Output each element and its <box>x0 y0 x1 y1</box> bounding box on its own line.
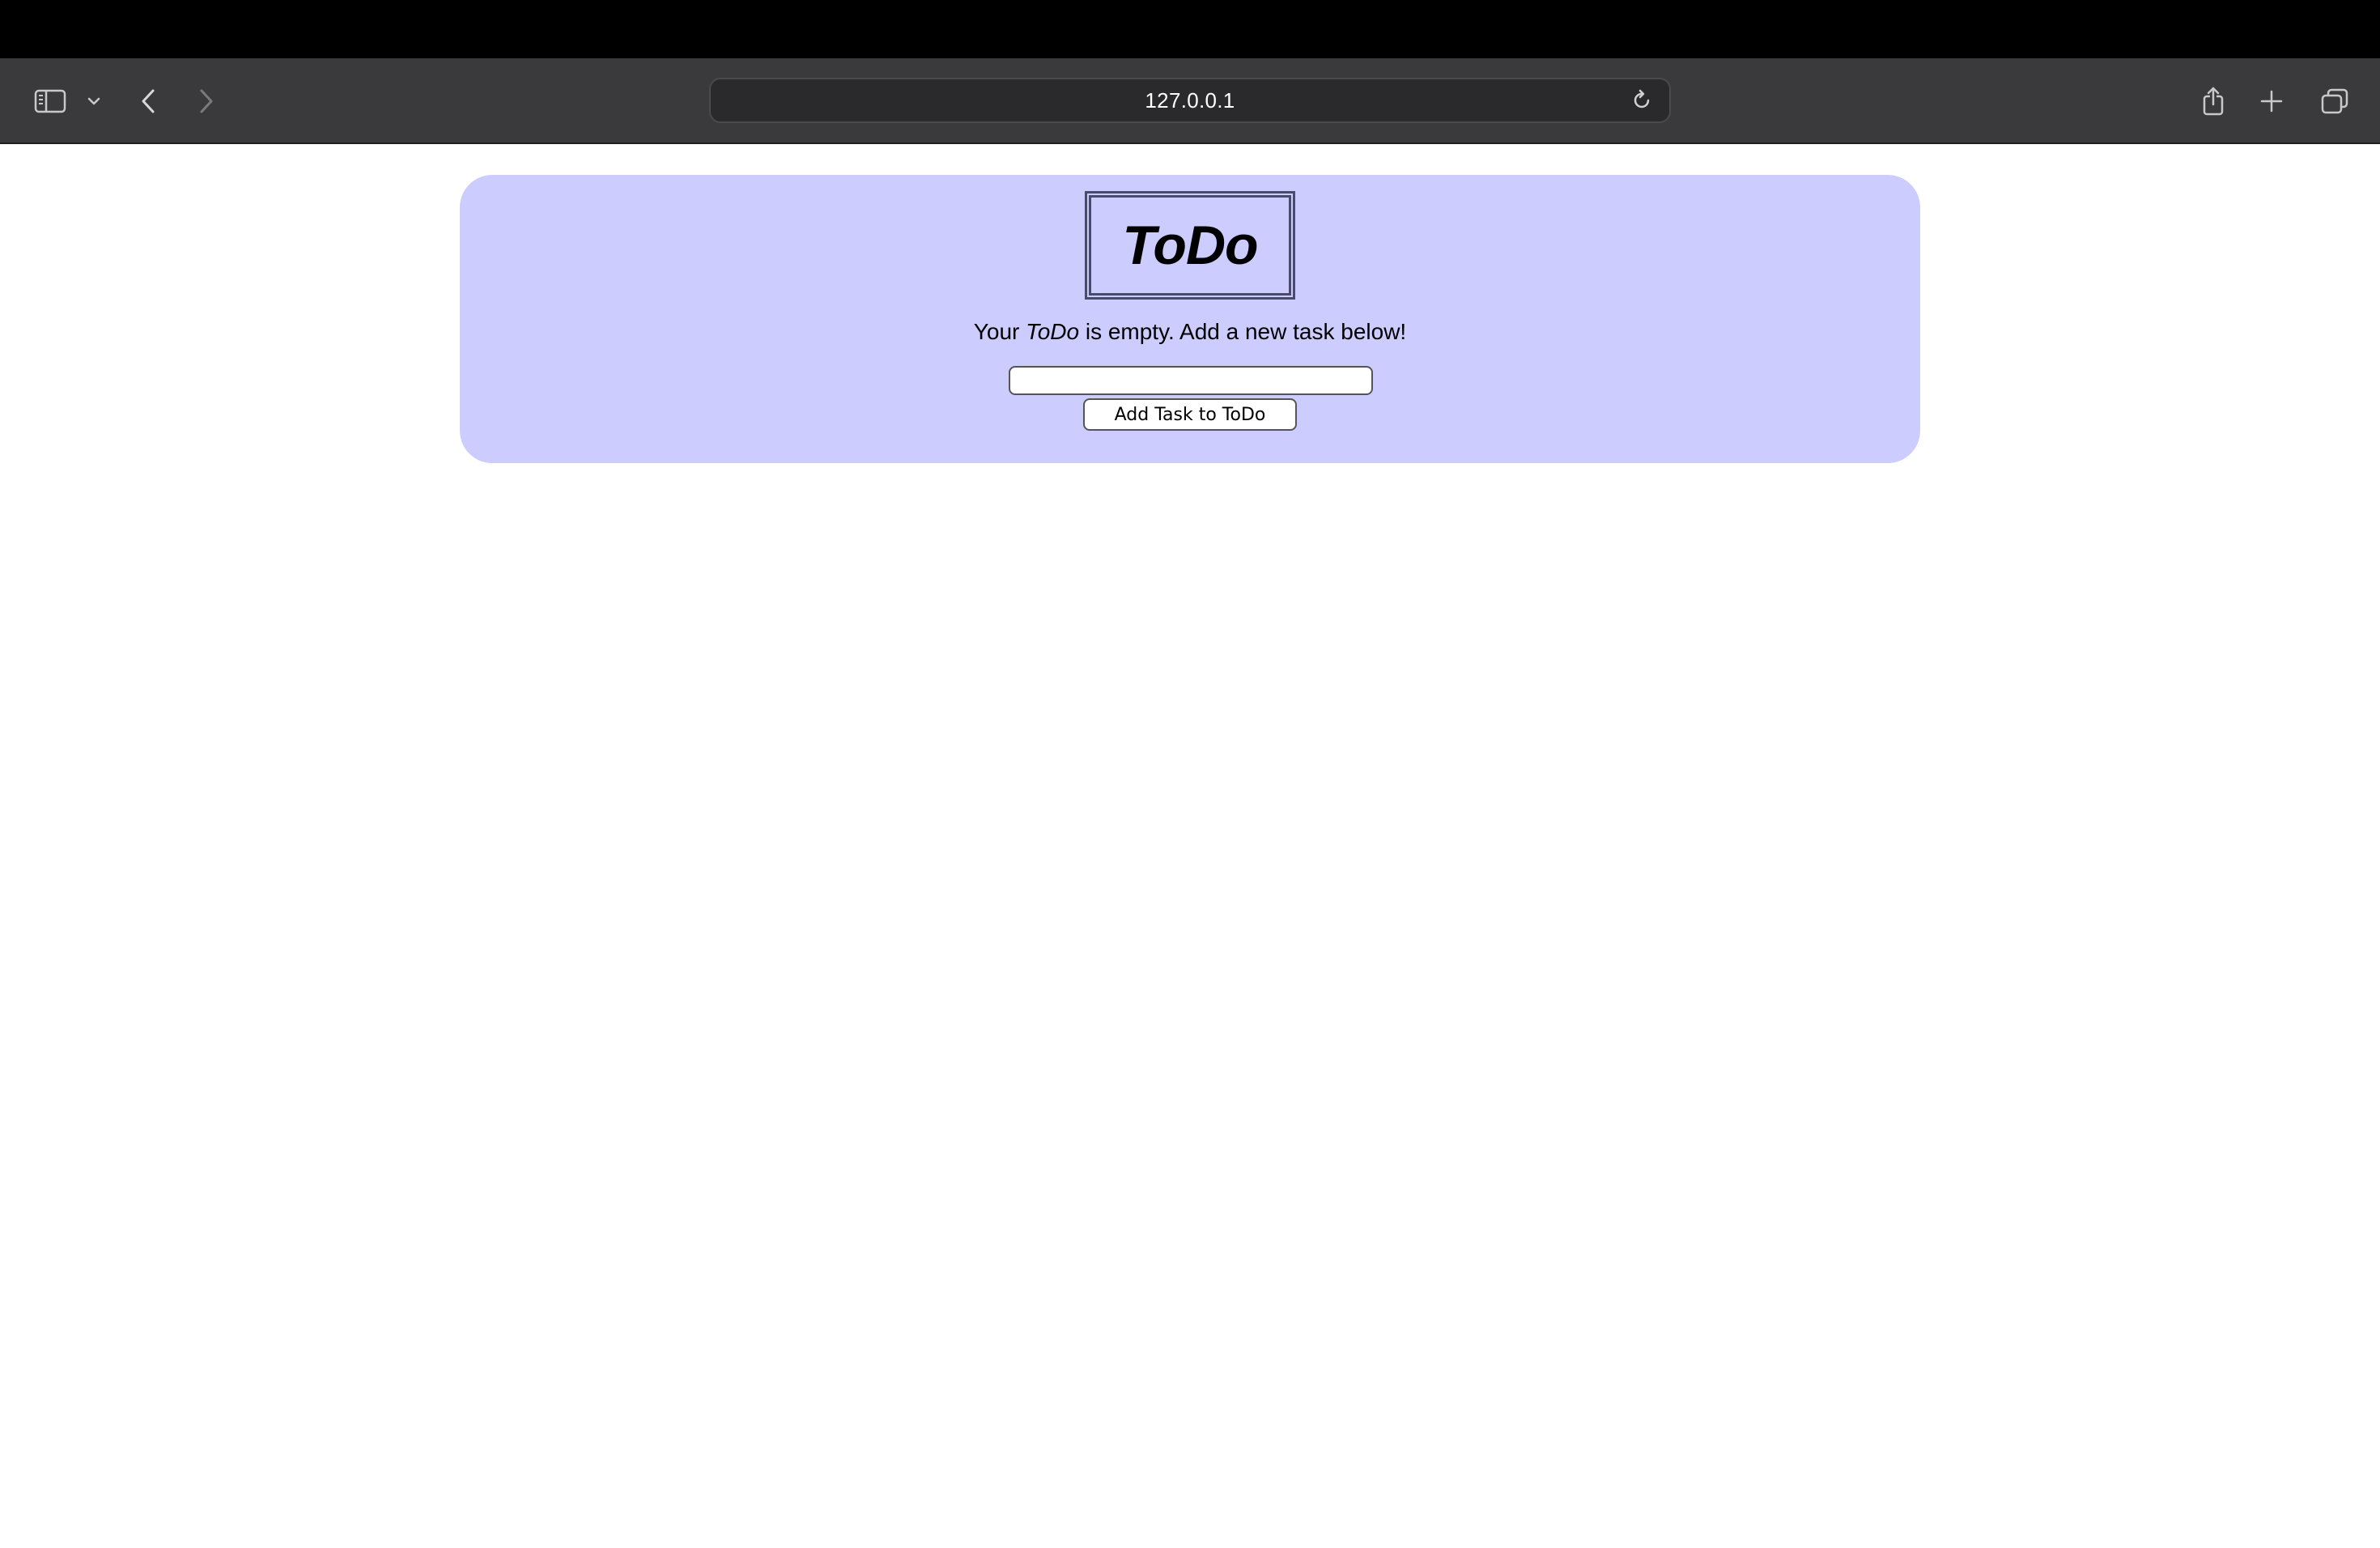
address-bar[interactable]: 127.0.0.1 <box>709 78 1671 123</box>
todo-card: ToDo Your ToDo is empty. Add a new task … <box>460 175 1920 463</box>
reload-icon[interactable] <box>1626 79 1658 121</box>
empty-prefix: Your <box>973 319 1026 344</box>
empty-app-name: ToDo <box>1026 319 1080 344</box>
chevron-down-icon[interactable] <box>83 58 105 144</box>
screen: 127.0.0.1 ToDo Your ToDo is empty. Add a… <box>0 0 2380 1548</box>
tabs-icon[interactable] <box>2317 58 2352 144</box>
system-menu-bar <box>0 0 2380 58</box>
app-logo: ToDo <box>1122 215 1258 276</box>
empty-suffix: is empty. Add a new task below! <box>1079 319 1407 344</box>
task-input[interactable] <box>1009 366 1373 395</box>
chevron-left-icon[interactable] <box>133 58 165 144</box>
sidebar-icon[interactable] <box>29 58 71 144</box>
add-task-button[interactable]: Add Task to ToDo <box>1083 398 1297 431</box>
plus-icon[interactable] <box>2255 58 2288 144</box>
browser-toolbar: 127.0.0.1 <box>0 58 2380 144</box>
share-icon[interactable] <box>2197 58 2229 144</box>
empty-message: Your ToDo is empty. Add a new task below… <box>460 319 1920 345</box>
url-text: 127.0.0.1 <box>1145 87 1235 113</box>
chevron-right-icon[interactable] <box>189 58 222 144</box>
logo-box: ToDo <box>1085 191 1295 300</box>
